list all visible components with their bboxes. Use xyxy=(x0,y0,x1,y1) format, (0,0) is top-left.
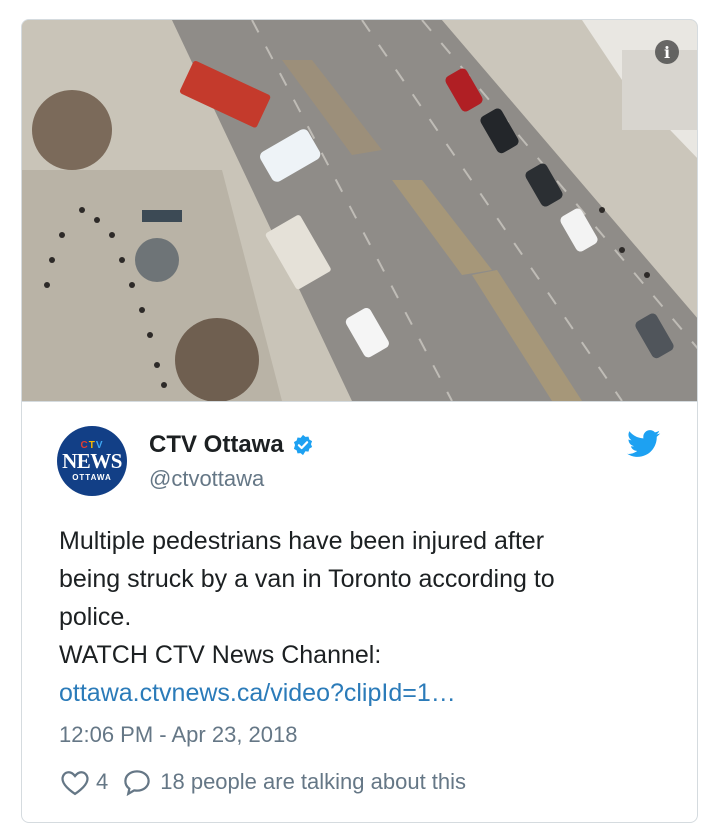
verified-badge-icon xyxy=(293,434,312,456)
speech-bubble-icon[interactable] xyxy=(122,768,152,796)
heart-icon[interactable] xyxy=(60,768,90,796)
twitter-bird-icon[interactable] xyxy=(627,430,661,458)
tweet-text-line: WATCH CTV News Channel: xyxy=(59,641,382,669)
display-name-text: CTV Ottawa xyxy=(149,431,284,458)
timestamp[interactable]: 12:06 PM - Apr 23, 2018 xyxy=(59,722,298,748)
tweet-actions: 4 18 people are talking about this xyxy=(60,768,466,796)
avatar-logo-news: NEWS xyxy=(62,449,122,473)
display-name[interactable]: CTV Ottawa xyxy=(149,431,314,459)
aerial-street-photo xyxy=(22,20,697,401)
info-icon[interactable]: i xyxy=(655,40,679,64)
tweet-text-line: police. xyxy=(59,603,132,631)
tweet-text: Multiple pedestrians have been injured a… xyxy=(59,522,659,712)
like-count[interactable]: 4 xyxy=(96,769,108,795)
tweet-link[interactable]: ottawa.ctvnews.ca/video?clipId=1… xyxy=(59,679,456,707)
user-handle[interactable]: @ctvottawa xyxy=(149,466,264,492)
tweet-text-line: Multiple pedestrians have been injured a… xyxy=(59,527,545,555)
tweet-text-line: being struck by a van in Toronto accordi… xyxy=(59,565,555,593)
avatar[interactable]: CTV NEWS OTTAWA xyxy=(57,426,127,496)
tweet-media-image[interactable]: i xyxy=(22,20,697,402)
talking-count[interactable]: 18 people are talking about this xyxy=(160,769,466,795)
tweet-card[interactable]: i CTV NEWS OTTAWA CTV Ottawa @ctvottawa … xyxy=(21,19,698,823)
avatar-logo-city: OTTAWA xyxy=(72,473,112,482)
